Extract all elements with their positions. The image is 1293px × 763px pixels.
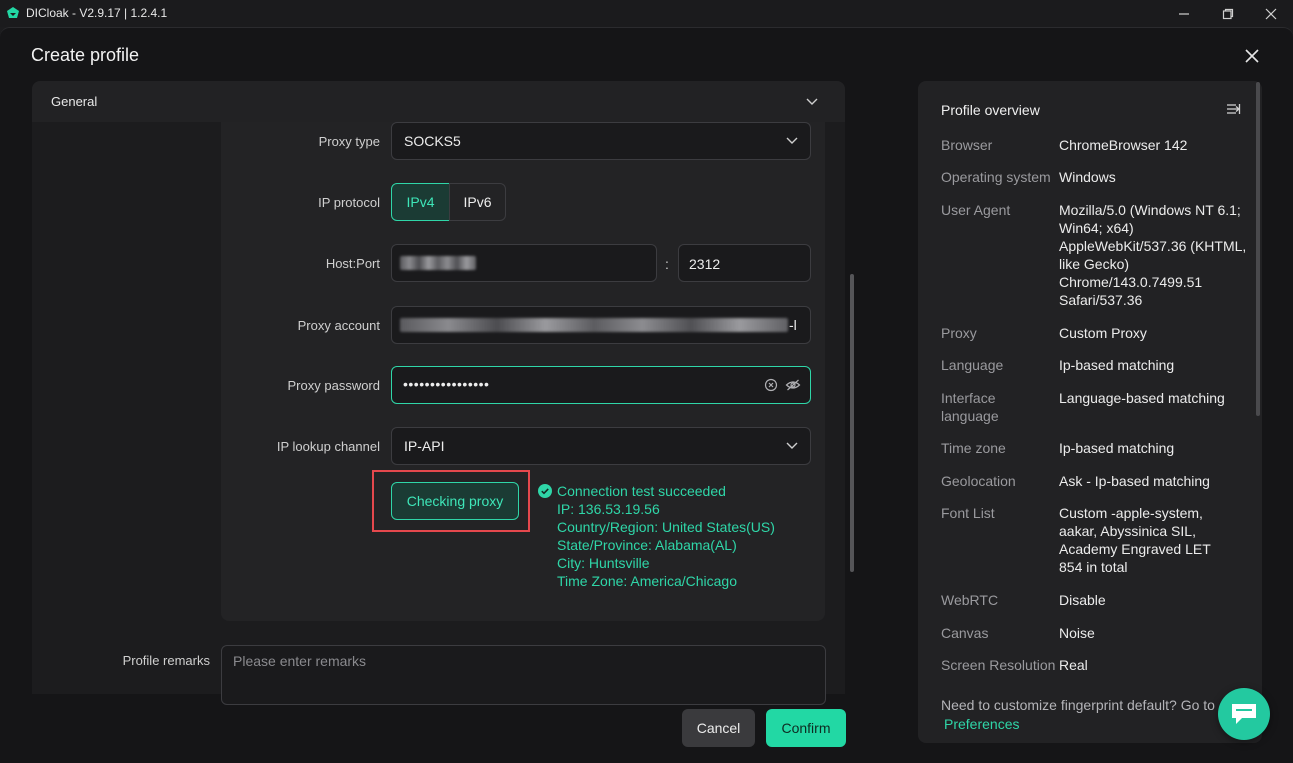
app-title: DICloak - V2.9.17 | 1.2.4.1 <box>26 6 168 20</box>
profile-remarks-placeholder: Please enter remarks <box>233 653 367 669</box>
overview-key-os: Operating system <box>941 169 1051 185</box>
result-timezone: Time Zone: America/Chicago <box>557 573 737 589</box>
proxy-account-suffix: -l <box>789 317 797 333</box>
overview-key-screen-resolution: Screen Resolution <box>941 657 1056 673</box>
cancel-button[interactable]: Cancel <box>682 709 755 747</box>
overview-value-webrtc: Disable <box>1059 592 1106 608</box>
general-section-header[interactable] <box>32 81 845 122</box>
overview-value-canvas: Noise <box>1059 625 1095 641</box>
proxy-type-label: Proxy type <box>318 134 380 149</box>
ip-protocol-label: IP protocol <box>318 195 380 210</box>
overview-key-time-zone: Time zone <box>941 440 1006 456</box>
overview-value-font-list: Custom -apple-system, aakar, Abyssinica … <box>1059 505 1211 575</box>
result-ip: IP: 136.53.19.56 <box>557 501 660 517</box>
overview-key-proxy: Proxy <box>941 325 977 341</box>
result-city: City: Huntsville <box>557 555 650 571</box>
overview-key-browser: Browser <box>941 137 993 153</box>
overview-value-time-zone: Ip-based matching <box>1059 440 1175 456</box>
overview-value-language: Ip-based matching <box>1059 357 1175 373</box>
overview-key-font-list: Font List <box>941 505 995 521</box>
close-icon <box>1265 8 1277 19</box>
chat-support-button[interactable] <box>1218 688 1270 740</box>
minimize-button[interactable] <box>1162 0 1206 27</box>
host-port-label: Host:Port <box>325 256 380 271</box>
overview-value-os: Windows <box>1059 169 1116 185</box>
overview-value-interface-language: Language-based matching <box>1059 390 1225 406</box>
port-separator: : <box>665 256 669 272</box>
result-country: Country/Region: United States(US) <box>557 519 775 535</box>
dicloak-logo-icon <box>7 7 19 18</box>
ip-lookup-select[interactable] <box>391 427 811 465</box>
overview-key-user-agent: User Agent <box>941 202 1011 218</box>
proxy-account-redacted <box>400 318 788 332</box>
ip-lookup-label: IP lookup channel <box>276 439 380 454</box>
overview-key-interface-language: Interface language <box>941 390 999 424</box>
proxy-account-label: Proxy account <box>297 318 380 333</box>
overview-value-browser: ChromeBrowser 142 <box>1059 137 1188 153</box>
proxy-type-value: SOCKS5 <box>404 133 461 149</box>
chevron-down-icon[interactable] <box>806 96 818 106</box>
overview-value-screen-resolution: Real <box>1059 657 1088 673</box>
form-scrollbar[interactable] <box>850 274 854 572</box>
modal-close-icon[interactable] <box>1240 44 1264 68</box>
restore-button[interactable] <box>1206 0 1250 27</box>
minimize-icon <box>1179 12 1189 15</box>
preferences-link[interactable]: Preferences <box>944 716 1019 732</box>
ip-protocol-ipv4[interactable]: IPv4 <box>391 183 450 221</box>
connection-status: Connection test succeeded <box>557 483 726 499</box>
collapse-panel-icon[interactable] <box>1225 101 1241 117</box>
result-state: State/Province: Alabama(AL) <box>557 537 737 553</box>
modal-title: Create profile <box>31 45 140 65</box>
overview-key-geolocation: Geolocation <box>941 473 1016 489</box>
overview-footer-text: Need to customize fingerprint default? G… <box>941 697 1215 713</box>
chevron-down-icon <box>786 442 798 449</box>
port-value: 2312 <box>689 256 721 272</box>
overview-scrollbar[interactable] <box>1256 82 1260 416</box>
highlight-box <box>372 470 530 532</box>
chevron-down-icon <box>786 137 798 144</box>
ip-protocol-ipv6[interactable]: IPv6 <box>449 183 506 221</box>
confirm-button[interactable]: Confirm <box>766 709 846 747</box>
check-circle-icon <box>538 484 552 498</box>
eye-off-icon[interactable] <box>785 378 801 392</box>
chat-bubble-icon <box>1232 704 1256 724</box>
overview-value-proxy: Custom Proxy <box>1059 325 1147 341</box>
clear-circle-icon[interactable] <box>764 378 778 392</box>
overview-key-canvas: Canvas <box>941 625 989 641</box>
host-value-redacted <box>400 256 476 270</box>
profile-remarks-label: Profile remarks <box>122 653 210 668</box>
general-section-label: General <box>51 94 98 109</box>
window-close-button[interactable] <box>1249 0 1293 27</box>
title-bar <box>0 0 1293 27</box>
profile-overview-title: Profile overview <box>941 102 1040 118</box>
overview-value-geolocation: Ask - Ip-based matching <box>1059 473 1210 489</box>
overview-key-language: Language <box>941 357 1004 373</box>
ip-lookup-value: IP-API <box>404 438 445 454</box>
proxy-password-value: •••••••••••••••• <box>403 376 490 392</box>
proxy-password-label: Proxy password <box>287 378 380 393</box>
overview-value-user-agent: Mozilla/5.0 (Windows NT 6.1; Win64; x64)… <box>1059 202 1247 308</box>
restore-icon <box>1222 8 1234 19</box>
overview-key-webrtc: WebRTC <box>941 592 999 608</box>
